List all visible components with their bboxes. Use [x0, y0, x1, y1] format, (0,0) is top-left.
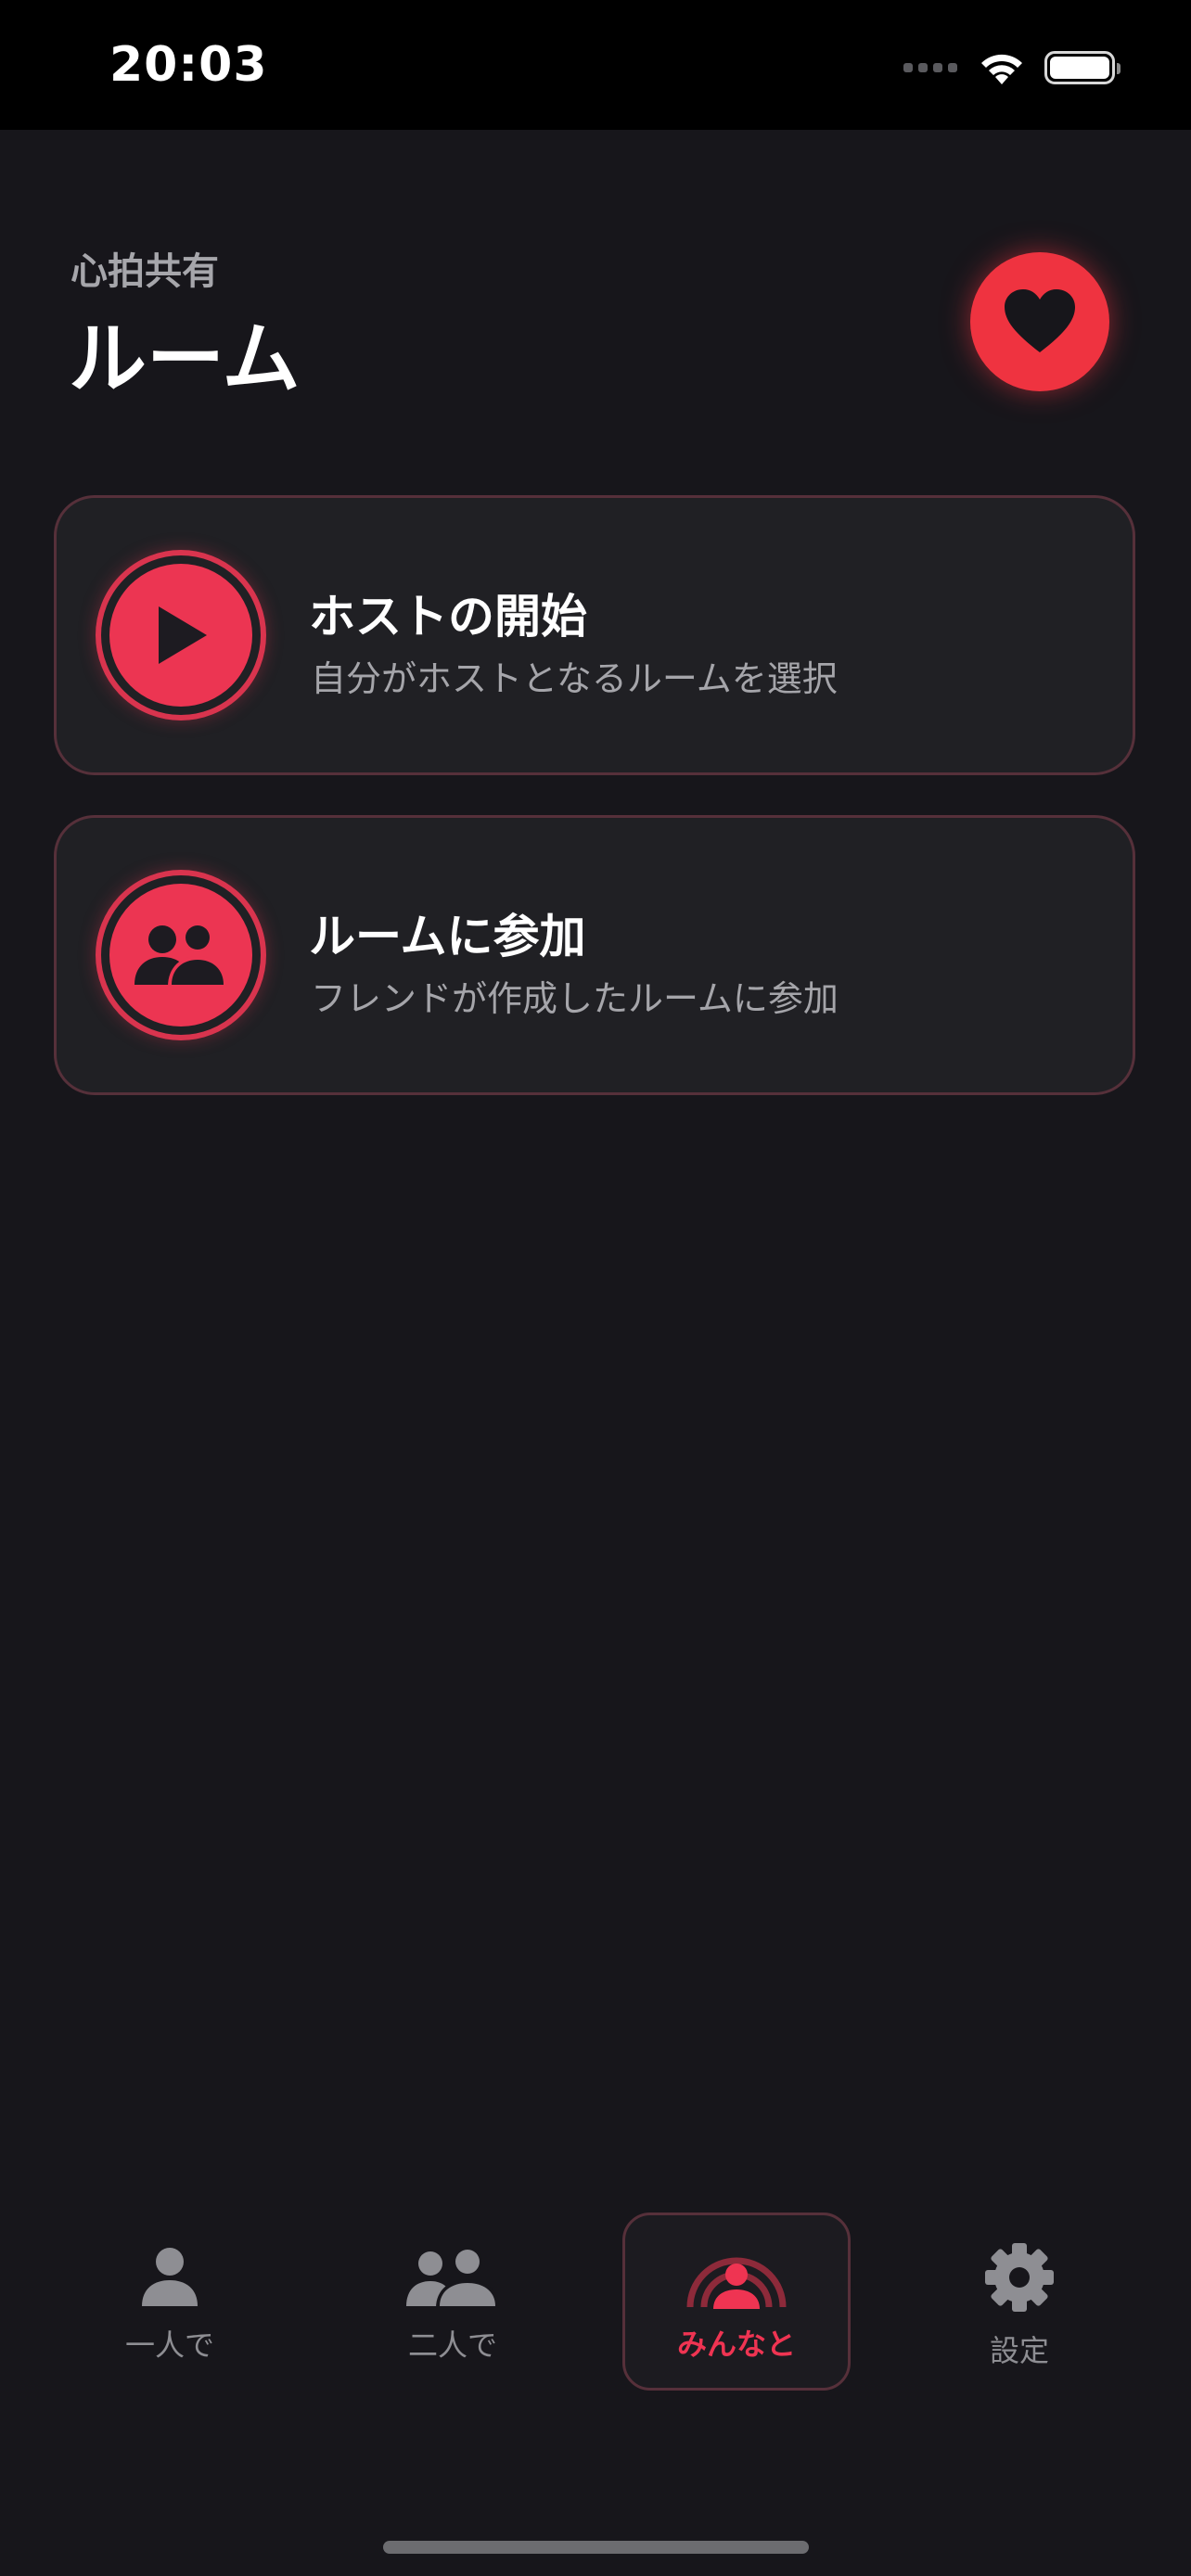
join-room-title: ルームに参加 [309, 910, 586, 963]
join-room-description: フレンドが作成したルームに参加 [311, 978, 839, 1019]
cellular-signal-icon [903, 63, 957, 72]
tab-duo-label: 二人で [407, 2327, 497, 2363]
two-people-icon [406, 2247, 499, 2308]
tab-settings[interactable]: 設定 [905, 2213, 1133, 2391]
page-subtitle: 心拍共有 [70, 250, 219, 293]
tab-settings-label: 設定 [989, 2333, 1049, 2368]
join-room-icon-badge [96, 870, 266, 1040]
start-host-card[interactable]: ホストの開始 自分がホストとなるルームを選択 [54, 495, 1135, 775]
page-title: ルーム [69, 313, 301, 404]
home-indicator [383, 2541, 809, 2554]
group-broadcast-icon [686, 2257, 787, 2309]
room-screen: 20:03 心拍共有 ルーム ホストの開始 自分がホストとなるルームを選択 ルー… [0, 0, 1191, 2576]
start-host-icon-badge [96, 550, 266, 721]
start-host-description: 自分がホストとなるルームを選択 [311, 658, 838, 699]
status-time: 20:03 [109, 37, 268, 93]
tab-solo-label: 一人で [124, 2327, 214, 2363]
tab-duo[interactable]: 二人で [339, 2213, 567, 2391]
heart-icon [1005, 289, 1075, 352]
tab-group-label: みんなと [676, 2327, 796, 2362]
tab-solo[interactable]: 一人で [56, 2213, 284, 2391]
status-icons [903, 45, 1121, 91]
person-icon [142, 2248, 198, 2306]
tab-group[interactable]: みんなと [622, 2213, 851, 2391]
battery-icon [1044, 51, 1121, 84]
gear-icon [985, 2243, 1054, 2312]
join-room-card[interactable]: ルームに参加 フレンドが作成したルームに参加 [54, 815, 1135, 1095]
heart-button[interactable] [970, 252, 1109, 391]
wifi-icon [981, 54, 1022, 84]
status-bar: 20:03 [0, 0, 1191, 130]
start-host-title: ホストの開始 [309, 590, 587, 644]
play-icon [159, 606, 207, 664]
people-icon [134, 923, 227, 987]
